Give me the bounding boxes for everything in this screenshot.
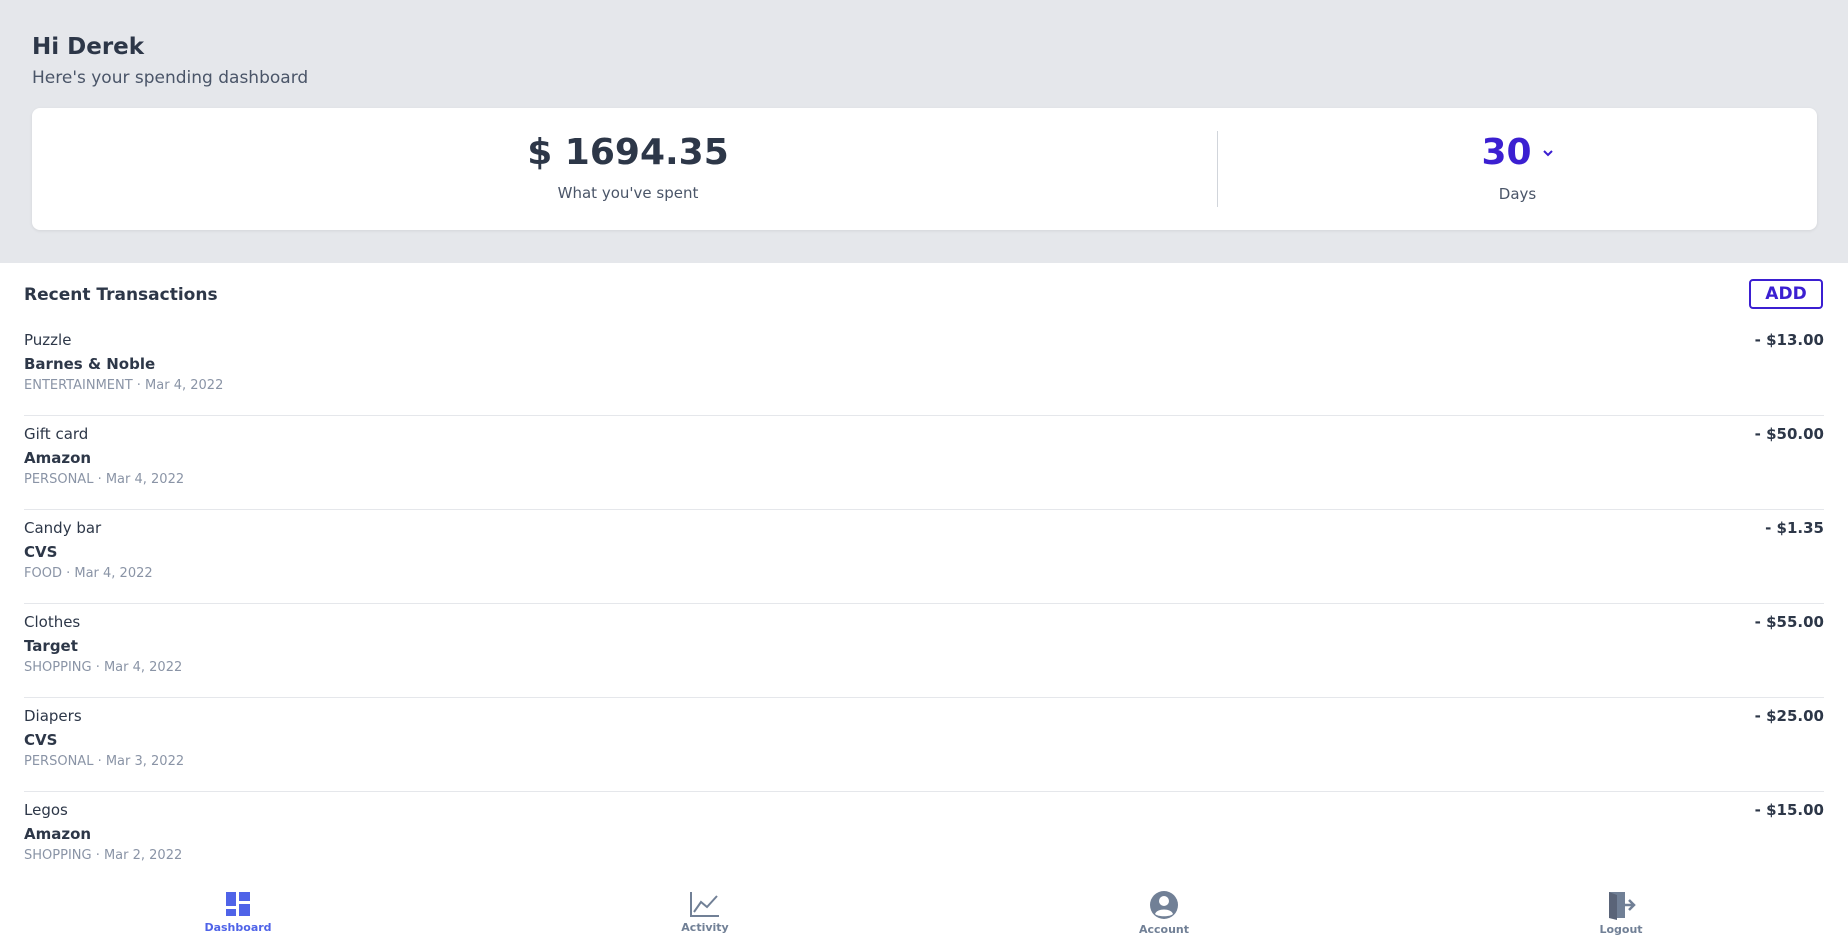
transaction-merchant: Amazon — [24, 449, 92, 467]
transaction-row[interactable]: Clothes Target SHOPPING · Mar 4, 2022 - … — [24, 604, 1824, 698]
transaction-meta: PERSONAL · Mar 4, 2022 — [24, 472, 185, 487]
dashboard-header: Hi Derek Here's your spending dashboard … — [0, 0, 1848, 263]
spent-label: What you've spent — [557, 184, 699, 202]
bottom-navigation: Dashboard Activity Account Logout — [0, 880, 1848, 948]
recent-transactions-title: Recent Transactions — [24, 285, 218, 305]
transaction-meta: FOOD · Mar 4, 2022 — [24, 566, 153, 581]
transaction-description: Gift card — [24, 425, 89, 443]
transaction-amount: - $55.00 — [1754, 613, 1824, 631]
transaction-description: Candy bar — [24, 519, 102, 537]
transaction-merchant: Target — [24, 637, 78, 655]
nav-item-account[interactable]: Account — [1094, 890, 1234, 946]
transaction-amount: - $15.00 — [1754, 801, 1824, 819]
transaction-row[interactable]: Diapers CVS PERSONAL · Mar 3, 2022 - $25… — [24, 698, 1824, 792]
transaction-meta: SHOPPING · Mar 2, 2022 — [24, 848, 183, 863]
transaction-description: Clothes — [24, 613, 81, 631]
days-label: Days — [1498, 185, 1537, 203]
nav-label: Dashboard — [204, 921, 272, 934]
transaction-row[interactable]: Candy bar CVS FOOD · Mar 4, 2022 - $1.35 — [24, 510, 1824, 604]
greeting-subtitle: Here's your spending dashboard — [32, 68, 309, 88]
dashboard-icon — [224, 890, 252, 918]
transaction-row[interactable]: Legos Amazon SHOPPING · Mar 2, 2022 - $1… — [24, 792, 1824, 886]
transaction-merchant: Barnes & Noble — [24, 355, 156, 373]
chart-line-icon — [689, 890, 721, 918]
nav-item-dashboard[interactable]: Dashboard — [168, 890, 308, 946]
transaction-amount: - $1.35 — [1765, 519, 1824, 537]
spent-amount: $ 1694.35 — [527, 132, 729, 173]
transaction-meta: PERSONAL · Mar 3, 2022 — [24, 754, 185, 769]
transaction-row[interactable]: Puzzle Barnes & Noble ENTERTAINMENT · Ma… — [24, 322, 1824, 416]
transaction-description: Puzzle — [24, 331, 72, 349]
add-transaction-button[interactable]: ADD — [1749, 279, 1823, 309]
greeting-title: Hi Derek — [32, 34, 145, 60]
transaction-merchant: CVS — [24, 543, 58, 561]
transaction-merchant: CVS — [24, 731, 58, 749]
logout-icon — [1605, 890, 1637, 920]
nav-label: Activity — [681, 921, 729, 934]
transaction-amount: - $25.00 — [1754, 707, 1824, 725]
transaction-amount: - $13.00 — [1754, 331, 1824, 349]
days-selector[interactable]: 30 — [1218, 132, 1817, 174]
transaction-merchant: Amazon — [24, 825, 92, 843]
transactions-list: Puzzle Barnes & Noble ENTERTAINMENT · Ma… — [24, 322, 1824, 886]
transaction-amount: - $50.00 — [1754, 425, 1824, 443]
transaction-meta: SHOPPING · Mar 4, 2022 — [24, 660, 183, 675]
nav-label: Logout — [1599, 923, 1643, 936]
chevron-down-icon — [1542, 149, 1554, 157]
transaction-description: Legos — [24, 801, 68, 819]
nav-item-logout[interactable]: Logout — [1551, 890, 1691, 946]
nav-item-activity[interactable]: Activity — [635, 890, 775, 946]
nav-label: Account — [1138, 923, 1190, 936]
spending-summary-card: $ 1694.35 What you've spent 30 Days — [32, 108, 1817, 230]
days-value: 30 — [1481, 132, 1532, 173]
user-circle-icon — [1149, 890, 1179, 920]
transaction-row[interactable]: Gift card Amazon PERSONAL · Mar 4, 2022 … — [24, 416, 1824, 510]
transaction-meta: ENTERTAINMENT · Mar 4, 2022 — [24, 378, 224, 393]
transaction-description: Diapers — [24, 707, 82, 725]
